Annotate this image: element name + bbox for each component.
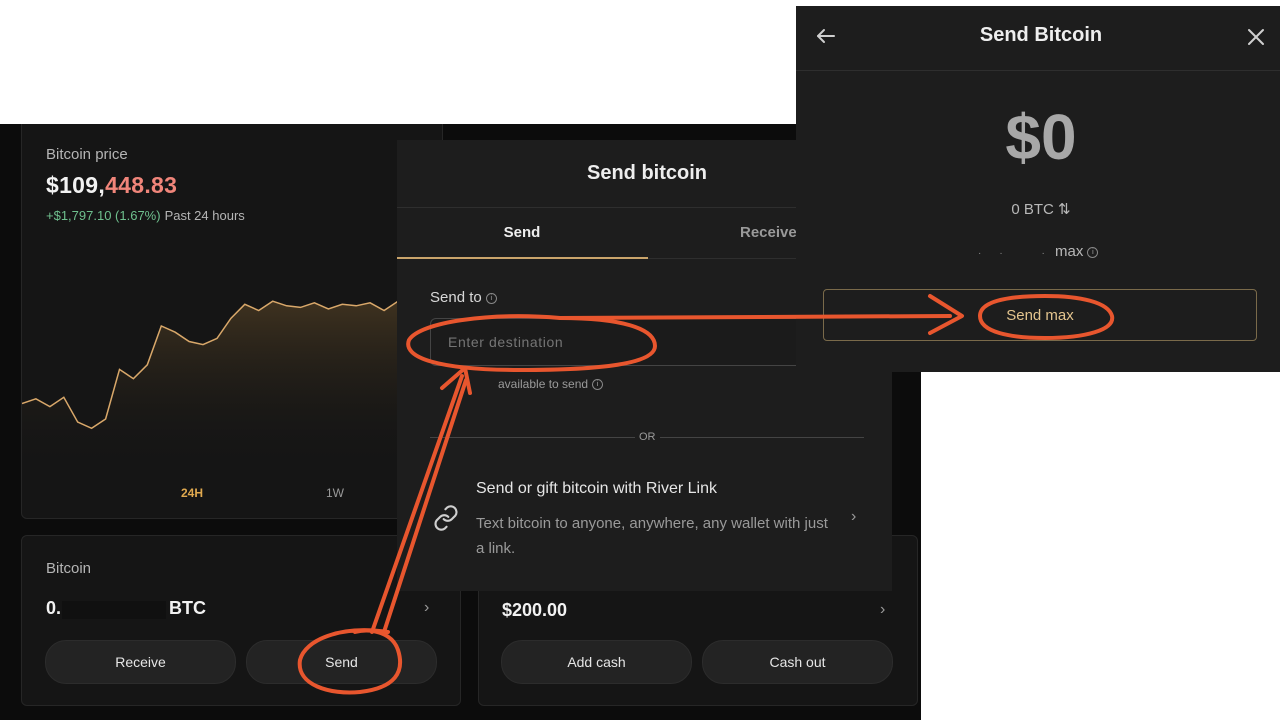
price-integer: $109, [46, 172, 106, 198]
divider [648, 258, 798, 259]
close-icon[interactable] [1246, 27, 1266, 47]
info-icon[interactable]: i [1087, 246, 1099, 258]
divider [796, 70, 1280, 71]
available-text: available to send [498, 377, 589, 391]
available-to-send: available to send i [498, 377, 604, 391]
fiat-amount: $0 [1005, 101, 1077, 173]
divider [660, 437, 864, 438]
range-24h[interactable]: 24H [181, 486, 203, 500]
river-link-title[interactable]: Send or gift bitcoin with River Link [476, 480, 717, 498]
price-chart [22, 300, 398, 470]
chevron-right-icon[interactable]: › [880, 601, 885, 619]
price-fraction: 448.83 [105, 172, 178, 198]
price-change: +$1,797.10 (1.67%) Past 24 hours [46, 208, 245, 223]
price-label: Bitcoin price [46, 146, 128, 163]
redacted-max-amount: ·· · [978, 248, 1063, 259]
divider [397, 207, 797, 208]
send-max-button[interactable]: Send max [823, 289, 1257, 341]
tab-receive[interactable]: Receive [740, 224, 797, 241]
max-label: max i [1055, 243, 1099, 260]
price-change-period: Past 24 hours [164, 208, 245, 223]
chevron-right-icon[interactable]: › [424, 599, 429, 617]
swap-icon[interactable]: ⇅ [1058, 201, 1071, 218]
or-label: OR [639, 431, 656, 443]
bitcoin-price: $109,448.83 [46, 172, 177, 199]
link-icon [434, 505, 458, 531]
receive-button[interactable]: Receive [45, 640, 236, 684]
cash-balance: $200.00 [502, 600, 568, 620]
send-button[interactable]: Send [246, 640, 437, 684]
active-tab-indicator [397, 257, 648, 259]
info-icon[interactable]: i [592, 379, 604, 391]
tab-send[interactable]: Send [397, 224, 647, 241]
redacted-balance [62, 601, 166, 619]
btc-amount-text: 0 BTC [1011, 201, 1054, 218]
send-to-text: Send to [430, 289, 482, 306]
price-change-value: +$1,797.10 (1.67%) [46, 208, 161, 223]
max-text: max [1055, 243, 1084, 260]
range-1w[interactable]: 1W [326, 486, 344, 500]
btc-amount[interactable]: 0 BTC ⇅ [796, 200, 1280, 218]
river-link-description: Text bitcoin to anyone, anywhere, any wa… [476, 515, 828, 557]
destination-input[interactable] [430, 318, 796, 366]
chevron-right-icon[interactable]: › [851, 508, 856, 526]
add-cash-button[interactable]: Add cash [501, 640, 692, 684]
chart-area [22, 301, 398, 470]
divider [430, 437, 635, 438]
bitcoin-balance-prefix: 0. [46, 598, 62, 618]
info-icon[interactable]: i [485, 292, 497, 304]
cash-out-button[interactable]: Cash out [702, 640, 893, 684]
bitcoin-card-label: Bitcoin [46, 560, 92, 577]
send-to-label: Send to i [430, 289, 497, 306]
send-max-modal-title: Send Bitcoin [979, 24, 1103, 46]
bitcoin-balance-unit: BTC [169, 598, 206, 618]
